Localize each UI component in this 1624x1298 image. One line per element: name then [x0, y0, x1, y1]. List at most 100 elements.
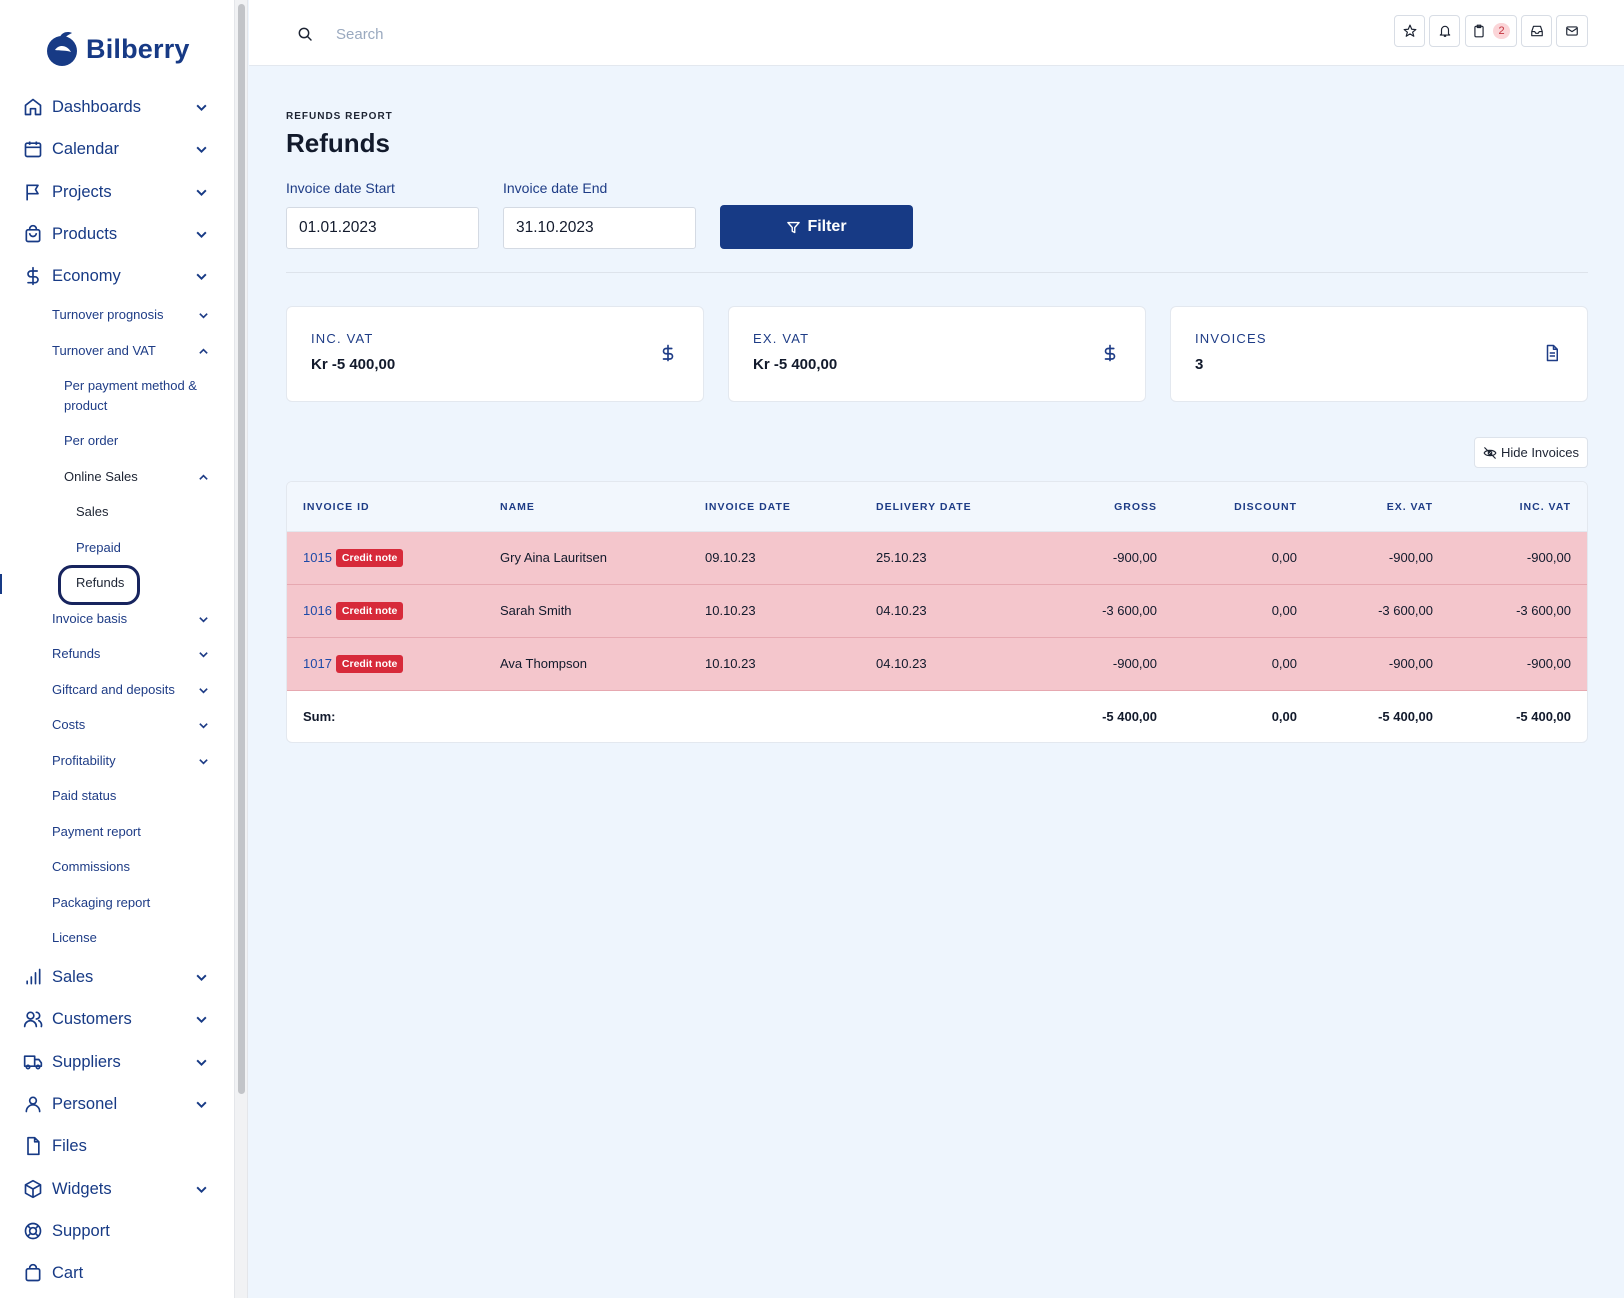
nav-label: Calendar	[52, 139, 119, 158]
table-row[interactable]: 1017 Credit note Ava Thompson 10.10.23 04…	[287, 638, 1587, 691]
nav-customers[interactable]: Customers	[0, 1001, 234, 1037]
col-name: NAME	[500, 501, 535, 513]
truck-icon	[23, 1055, 43, 1070]
invoice-id-cell: 1015 Credit note	[303, 549, 404, 567]
chevron-down-icon	[199, 759, 208, 765]
nav-sales[interactable]: Sales	[0, 959, 234, 995]
gross-cell: -900,00	[1112, 550, 1157, 565]
nav-label: Costs	[52, 717, 86, 732]
nav-label: Products	[52, 224, 118, 243]
sidebar-scrollbar[interactable]	[234, 0, 248, 1298]
nav-label: Per order	[64, 433, 119, 448]
nav-widgets[interactable]: Widgets	[0, 1171, 234, 1207]
invoice-date-cell: 10.10.23	[705, 656, 756, 671]
nav-suppliers[interactable]: Suppliers	[0, 1044, 234, 1080]
favorites-button[interactable]	[1394, 15, 1425, 47]
filter-button[interactable]: Filter	[720, 205, 913, 249]
notifications-button[interactable]	[1429, 15, 1460, 47]
discount-cell: 0,00	[1271, 656, 1297, 671]
nav-label: Customers	[52, 1009, 132, 1028]
search-input[interactable]	[336, 20, 736, 48]
mail-icon	[1566, 26, 1578, 36]
col-ex-vat: EX. VAT	[1386, 501, 1433, 513]
dollar-icon	[662, 344, 674, 362]
nav-label: Turnover and VAT	[52, 343, 156, 358]
nav-label: Sales	[52, 967, 94, 986]
col-delivery-date: DELIVERY DATE	[876, 501, 972, 513]
chevron-down-icon	[196, 1059, 207, 1067]
sum-row: Sum: -5 400,00 0,00 -5 400,00 -5 400,00	[287, 691, 1587, 742]
nav-label: Suppliers	[52, 1052, 121, 1071]
mail-button[interactable]	[1556, 15, 1588, 47]
nav-files[interactable]: Files	[0, 1128, 234, 1164]
flag-icon	[26, 184, 39, 201]
nav-cart[interactable]: Cart	[0, 1255, 234, 1291]
brand-logo[interactable]: Bilberry	[46, 31, 190, 67]
start-date-input[interactable]	[286, 207, 479, 249]
discount-cell: 0,00	[1271, 603, 1297, 618]
clipboard-count-badge: 2	[1493, 23, 1510, 39]
nav-label: Widgets	[52, 1179, 112, 1198]
hide-invoices-label: Hide Invoices	[1500, 445, 1580, 460]
nav-personel[interactable]: Personel	[0, 1086, 234, 1122]
document-icon	[1546, 344, 1558, 362]
nav-label: Refunds	[52, 646, 101, 661]
user-icon	[25, 1096, 41, 1113]
chevron-down-icon	[196, 1016, 207, 1024]
clipboard-button[interactable]: 2	[1465, 15, 1517, 47]
sum-discount: 0,00	[1271, 709, 1297, 724]
nav-label: License	[52, 930, 97, 945]
table-row[interactable]: 1016 Credit note Sarah Smith 10.10.23 04.…	[287, 585, 1587, 638]
nav-projects[interactable]: Projects	[0, 174, 234, 210]
chevron-up-icon	[199, 348, 208, 354]
card-value: Kr -5 400,00	[311, 356, 396, 373]
col-invoice-date: INVOICE DATE	[705, 501, 791, 513]
card-inc-vat: INC. VAT Kr -5 400,00	[286, 306, 704, 402]
nav-products[interactable]: Products	[0, 216, 234, 252]
inc-vat-cell: -3 600,00	[1516, 603, 1571, 618]
sum-gross: -5 400,00	[1102, 709, 1157, 724]
credit-note-badge: Credit note	[335, 549, 404, 567]
chevron-down-icon	[199, 652, 208, 658]
invoice-link[interactable]: 1015	[303, 550, 332, 565]
nav-calendar[interactable]: Calendar	[0, 131, 234, 167]
nav-per-payment-method[interactable]: Per payment method & product	[0, 376, 234, 416]
nav-dashboards[interactable]: Dashboards	[0, 89, 234, 125]
sum-ex-vat: -5 400,00	[1378, 709, 1433, 724]
dollar-icon	[1104, 344, 1116, 362]
chevron-down-icon	[196, 1186, 207, 1194]
search-icon	[298, 27, 312, 41]
ex-vat-cell: -3 600,00	[1378, 603, 1433, 618]
nav-label: Files	[52, 1136, 87, 1155]
brand-name: Bilberry	[86, 33, 190, 64]
chevron-down-icon	[196, 189, 207, 197]
col-invoice-id: INVOICE ID	[303, 501, 370, 513]
card-value: Kr -5 400,00	[753, 356, 838, 373]
nav-label: Prepaid	[76, 540, 121, 555]
credit-note-badge: Credit note	[335, 602, 404, 620]
table-row[interactable]: 1015 Credit note Gry Aina Lauritsen 09.10…	[287, 532, 1587, 585]
delivery-date-cell: 04.10.23	[876, 603, 927, 618]
name-cell: Ava Thompson	[500, 656, 587, 671]
gross-cell: -900,00	[1112, 656, 1157, 671]
nav-label: Commissions	[52, 859, 131, 874]
inbox-button[interactable]	[1521, 15, 1552, 47]
invoice-id-cell: 1016 Credit note	[303, 602, 404, 620]
chevron-down-icon	[196, 146, 207, 154]
chevron-down-icon	[196, 273, 207, 281]
invoice-date-cell: 10.10.23	[705, 603, 756, 618]
col-gross: GROSS	[1114, 501, 1157, 513]
nav-label: Per payment method & product	[64, 378, 197, 413]
hide-invoices-button[interactable]: Hide Invoices	[1474, 437, 1588, 468]
end-date-input[interactable]	[503, 207, 696, 249]
bar-chart-icon	[26, 968, 41, 985]
invoice-link[interactable]: 1017	[303, 656, 332, 671]
invoice-link[interactable]: 1016	[303, 603, 332, 618]
nav-label: Payment report	[52, 824, 141, 839]
page-title: Refunds	[286, 128, 390, 158]
nav-support[interactable]: Support	[0, 1213, 234, 1249]
nav-economy[interactable]: Economy	[0, 258, 234, 294]
col-inc-vat: INC. VAT	[1519, 501, 1571, 513]
scrollbar-thumb[interactable]	[238, 4, 245, 1094]
table-header: INVOICE ID NAME INVOICE DATE DELIVERY DA…	[287, 482, 1587, 532]
